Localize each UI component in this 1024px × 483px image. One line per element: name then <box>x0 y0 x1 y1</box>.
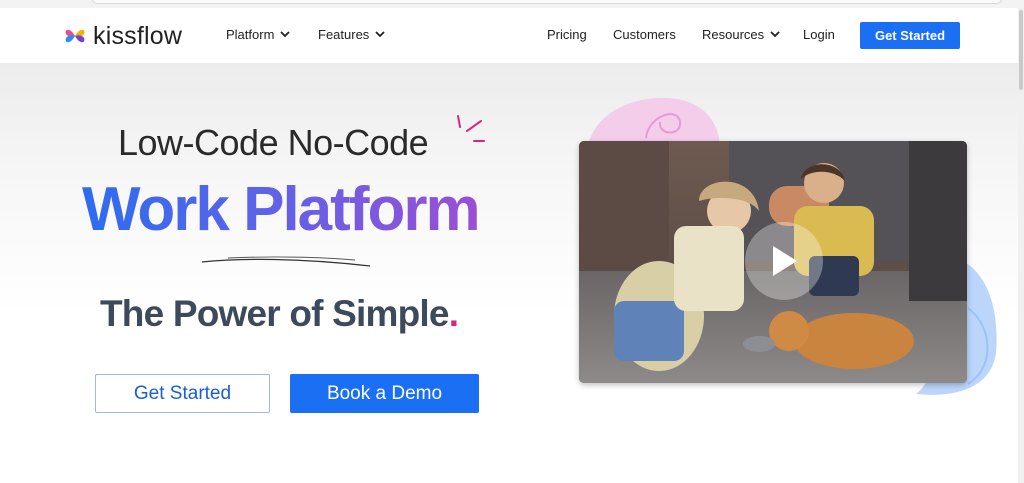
play-icon <box>773 246 797 276</box>
nav-pricing[interactable]: Pricing <box>547 27 587 42</box>
address-bar[interactable] <box>92 0 1002 4</box>
nav-platform[interactable]: Platform <box>226 27 291 42</box>
chevron-down-icon <box>375 31 385 38</box>
pink-blob-decoration <box>588 97 720 146</box>
hero-headline-line2: Work Platform <box>82 175 481 244</box>
kissflow-logo-icon <box>65 29 85 43</box>
video-play-button[interactable] <box>745 222 823 300</box>
nav-login-label: Login <box>803 27 835 42</box>
scrollbar-thumb[interactable] <box>1019 10 1023 90</box>
hero-book-demo-button[interactable]: Book a Demo <box>290 374 479 413</box>
hero-tagline: The Power of Simple. <box>100 293 459 335</box>
page-scrollbar[interactable] <box>1018 8 1024 483</box>
site-header: kissflow Platform Features Pricing Custo… <box>0 8 1024 63</box>
brand-name: kissflow <box>93 22 183 50</box>
browser-top-strip <box>0 0 1024 8</box>
nav-features-label: Features <box>318 27 370 42</box>
nav-features[interactable]: Features <box>318 27 385 42</box>
nav-resources-label: Resources <box>702 27 765 42</box>
chevron-down-icon <box>770 31 780 38</box>
nav-pricing-label: Pricing <box>547 27 587 42</box>
hero-tagline-text: The Power of Simple <box>100 293 450 334</box>
nav-resources[interactable]: Resources <box>702 27 780 42</box>
tagline-dot: . <box>448 293 459 334</box>
nav-get-started-button[interactable]: Get Started <box>860 22 960 49</box>
hero-get-started-button[interactable]: Get Started <box>95 374 270 413</box>
nav-platform-label: Platform <box>226 27 275 42</box>
hero-headline-line1: Low-Code No-Code <box>118 122 429 163</box>
underline-scribble-icon <box>201 256 371 267</box>
nav-customers[interactable]: Customers <box>613 27 676 42</box>
sparkle-decoration-icon <box>457 115 485 142</box>
nav-login[interactable]: Login <box>803 27 835 42</box>
nav-customers-label: Customers <box>613 27 676 42</box>
chevron-down-icon <box>280 31 291 38</box>
kissflow-logo[interactable]: kissflow <box>62 22 182 50</box>
